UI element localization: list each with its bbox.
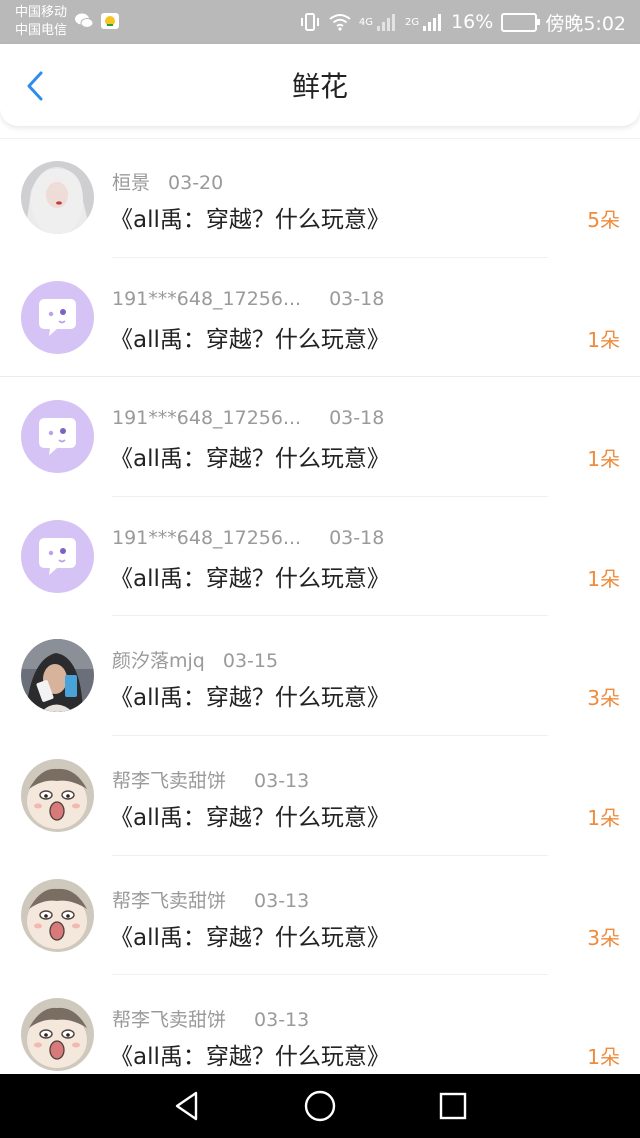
app-notification-icon [101, 13, 119, 29]
list-item[interactable]: 191***648_17256... 03-18 《all禹：穿越？什么玩意》 1… [0, 497, 640, 617]
flower-count: 3朵 [587, 686, 620, 711]
item-meta: 191***648_17256... 03-18 [112, 288, 384, 310]
carrier-1: 中国移动 [15, 5, 68, 20]
item-meta: 191***648_17256... 03-18 [112, 407, 384, 429]
flower-count: 1朵 [587, 805, 620, 830]
list-item[interactable]: 桓景 03-20 《all禹：穿越？什么玩意》 5朵 [0, 138, 640, 258]
chat-bubble-avatar-icon [21, 519, 94, 593]
avatar[interactable] [21, 998, 94, 1072]
wifi-icon [329, 14, 351, 31]
cartoon-face-avatar-icon [21, 758, 94, 832]
chat-bubble-avatar-icon [21, 400, 94, 474]
carrier-2: 中国电信 [15, 23, 68, 38]
work-title[interactable]: 《all禹：穿越？什么玩意》 [110, 1037, 390, 1071]
avatar[interactable] [21, 280, 94, 354]
page-title: 鲜花 [291, 70, 348, 103]
work-title[interactable]: 《all禹：穿越？什么玩意》 [110, 918, 390, 952]
date: 03-18 [329, 526, 385, 549]
user-name[interactable]: 191***648_17256... [112, 527, 301, 549]
avatar[interactable] [21, 161, 94, 234]
item-meta: 桓景 03-20 [112, 168, 223, 195]
flower-count: 5朵 [587, 208, 620, 232]
status-indicators: 4G 2G 16% 傍晚5:02 [299, 0, 626, 44]
list-item[interactable]: 191***648_17256... 03-18 《all禹：穿越？什么玩意》 1… [0, 258, 640, 378]
battery-icon [501, 12, 541, 32]
system-nav-bar [0, 1074, 640, 1138]
clock: 傍晚5:02 [545, 12, 626, 35]
cartoon-face-avatar-icon [21, 998, 94, 1072]
work-title[interactable]: 《all禹：穿越？什么玩意》 [110, 559, 390, 593]
user-name[interactable]: 帮李飞卖甜饼 [112, 1009, 226, 1031]
avatar[interactable] [21, 758, 94, 832]
network-2-label: 2G [404, 16, 420, 28]
item-meta: 颜汐落mjq 03-15 [112, 646, 278, 673]
flower-count: 1朵 [587, 1045, 620, 1070]
work-title[interactable]: 《all禹：穿越？什么玩意》 [110, 320, 390, 354]
wechat-icon [75, 13, 94, 28]
user-name[interactable]: 桓景 [112, 172, 150, 194]
item-meta: 帮李飞卖甜饼 03-13 [112, 886, 309, 913]
user-name[interactable]: 191***648_17256... [112, 407, 301, 429]
carrier-info: 中国移动 中国电信 [15, 4, 67, 40]
system-home-button[interactable] [300, 1086, 340, 1126]
photo-avatar-icon [21, 161, 94, 234]
date: 03-18 [329, 407, 385, 430]
nav-bar: 鲜花 [0, 44, 640, 126]
list-item[interactable]: 帮李飞卖甜饼 03-13 《all禹：穿越？什么玩意》 3朵 [0, 856, 640, 976]
date: 03-13 [254, 769, 310, 792]
cartoon-face-avatar-icon [21, 878, 94, 952]
item-meta: 191***648_17256... 03-18 [112, 527, 384, 549]
user-name[interactable]: 帮李飞卖甜饼 [112, 770, 226, 792]
network-1-label: 4G [358, 16, 373, 28]
status-bar: 中国移动 中国电信 4G 2G 16% 傍晚5:02 [0, 0, 640, 44]
flower-count: 1朵 [587, 566, 620, 591]
work-title[interactable]: 《all禹：穿越？什么玩意》 [110, 200, 390, 234]
work-title[interactable]: 《all禹：穿越？什么玩意》 [110, 439, 390, 473]
square-recents-icon [440, 1092, 467, 1120]
date: 03-18 [329, 287, 385, 310]
date: 03-13 [254, 1009, 310, 1032]
user-name[interactable]: 帮李飞卖甜饼 [112, 890, 226, 912]
date: 03-20 [168, 172, 224, 194]
avatar[interactable] [21, 878, 94, 952]
system-recents-button[interactable] [433, 1086, 473, 1126]
item-meta: 帮李飞卖甜饼 03-13 [112, 1005, 309, 1032]
avatar[interactable] [21, 639, 94, 713]
chat-bubble-avatar-icon [21, 280, 94, 354]
list-item[interactable]: 191***648_17256... 03-18 《all禹：穿越？什么玩意》 1… [0, 377, 640, 497]
list-item[interactable]: 颜汐落mjq 03-15 《all禹：穿越？什么玩意》 3朵 [0, 616, 640, 736]
notification-icons [74, 12, 120, 30]
work-title[interactable]: 《all禹：穿越？什么玩意》 [110, 678, 390, 712]
photo-avatar-icon [21, 639, 94, 713]
user-name[interactable]: 191***648_17256... [112, 288, 301, 310]
battery-percent: 16% [451, 11, 494, 33]
list-item[interactable]: 帮李飞卖甜饼 03-13 《all禹：穿越？什么玩意》 1朵 [0, 736, 640, 856]
signal-2-icon [423, 14, 442, 31]
vibrate-icon [300, 13, 319, 31]
item-meta: 帮李飞卖甜饼 03-13 [112, 766, 309, 793]
flower-count: 3朵 [587, 925, 620, 950]
circle-home-icon [304, 1090, 336, 1122]
flower-count: 1朵 [587, 447, 620, 472]
flower-list: 桓景 03-20 《all禹：穿越？什么玩意》 5朵 191***648_1725… [0, 138, 640, 1095]
system-back-button[interactable] [167, 1086, 207, 1126]
avatar[interactable] [21, 400, 94, 474]
date: 03-13 [254, 889, 310, 912]
user-name[interactable]: 颜汐落mjq [112, 650, 205, 672]
date: 03-15 [222, 650, 279, 673]
triangle-back-icon [175, 1091, 197, 1121]
flower-count: 1朵 [587, 327, 620, 352]
avatar[interactable] [21, 519, 94, 593]
work-title[interactable]: 《all禹：穿越？什么玩意》 [110, 798, 390, 832]
signal-1-icon [376, 14, 395, 31]
